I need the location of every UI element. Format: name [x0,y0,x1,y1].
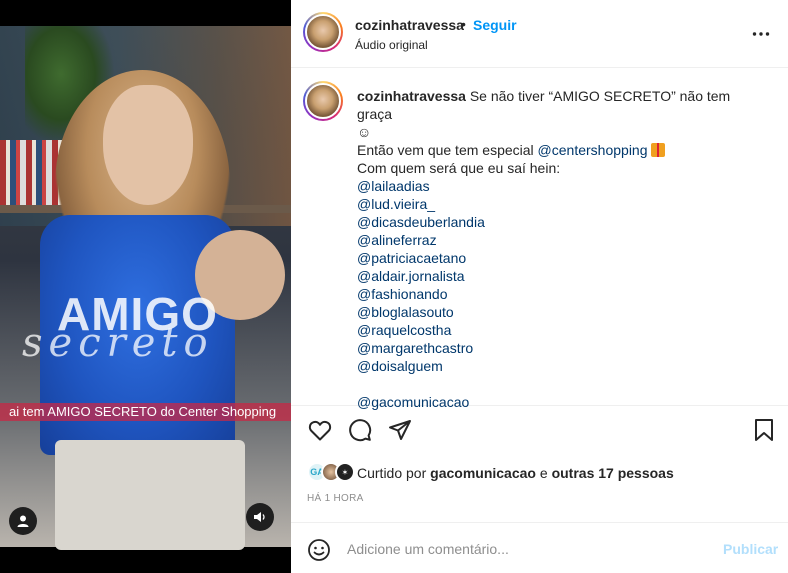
post-sidebar: cozinhatravessa • Seguir Áudio original … [291,0,788,573]
post-modal: AMIGO secreto ai tem AMIGO SECRETO do Ce… [0,0,788,573]
person-face [103,85,193,205]
share-button[interactable] [387,417,413,443]
post-timestamp[interactable]: HÁ 1 HORA [307,493,364,504]
more-options-button[interactable] [752,22,770,40]
author-username[interactable]: cozinhatravessa [355,17,464,33]
caption-text-2: Então vem que tem especial [357,142,538,158]
tagged-users-button[interactable] [9,507,37,535]
comment-button[interactable] [347,417,373,443]
comment-input[interactable] [347,537,707,561]
save-button[interactable] [751,417,777,443]
person-skirt [55,440,245,550]
caption-body: cozinhatravessa Se não tiver “AMIGO SECR… [357,87,757,411]
post-media: AMIGO secreto ai tem AMIGO SECRETO do Ce… [0,0,291,573]
mention-link[interactable]: @patriciacaetano [357,249,757,267]
heart-icon [308,420,332,441]
mention-link[interactable]: @margarethcastro [357,339,757,357]
publish-button[interactable]: Publicar [723,541,778,557]
mention-link[interactable]: @dicasdeuberlandia [357,213,757,231]
mention-link[interactable]: @gacomunicacao [357,393,757,411]
comment-icon [349,419,372,442]
gift-icon [650,143,665,157]
bookmark-icon [755,419,773,441]
post-header: cozinhatravessa • Seguir Áudio original [291,0,788,68]
emoji-button[interactable] [307,538,331,562]
mention-link[interactable]: @lailaadias [357,177,757,195]
other-likers-link[interactable]: outras 17 pessoas [552,465,674,481]
audio-label[interactable]: Áudio original [355,38,428,52]
mention-link[interactable]: @doisalguem [357,357,757,375]
emoji-icon [308,539,330,561]
caption-emoji: ☺ [357,124,372,140]
caption-avatar[interactable] [303,81,343,121]
like-button[interactable] [307,417,333,443]
likes-summary: GA ✶ Curtido por gacomunicacao e outras … [307,462,777,484]
video-overlay-script: secreto [22,320,214,366]
liker-username[interactable]: gacomunicacao [430,465,536,481]
sound-icon [254,512,265,522]
action-bar [291,417,788,447]
add-comment-bar: Publicar [291,522,788,573]
caption-username[interactable]: cozinhatravessa [357,88,466,104]
mention-link[interactable]: @lud.vieira_ [357,195,757,213]
likes-text: Curtido por gacomunicacao e outras 17 pe… [357,465,674,481]
mention-link[interactable]: @fashionando [357,285,757,303]
mention-link[interactable]: @aldair.jornalista [357,267,757,285]
liker-avatars[interactable]: GA ✶ [307,462,359,484]
caption-text-3: Com quem será que eu saí hein: [357,160,561,176]
video-caption-bar: ai tem AMIGO SECRETO do Center Shopping [0,403,291,421]
send-icon [389,420,411,440]
mention-link[interactable]: @centershopping [538,142,648,158]
mention-link[interactable]: @alineferraz [357,231,757,249]
mention-link[interactable]: @bloglalasouto [357,303,757,321]
liker-avatar: ✶ [335,462,355,482]
post-caption: cozinhatravessa Se não tiver “AMIGO SECR… [291,69,788,410]
mention-link[interactable]: @raquelcostha [357,321,757,339]
more-horizontal-icon [752,32,770,36]
header-separator: • [461,16,466,32]
author-avatar[interactable] [303,12,343,52]
user-icon [17,515,29,527]
follow-button[interactable]: Seguir [473,17,517,33]
sound-toggle-button[interactable] [246,503,274,531]
